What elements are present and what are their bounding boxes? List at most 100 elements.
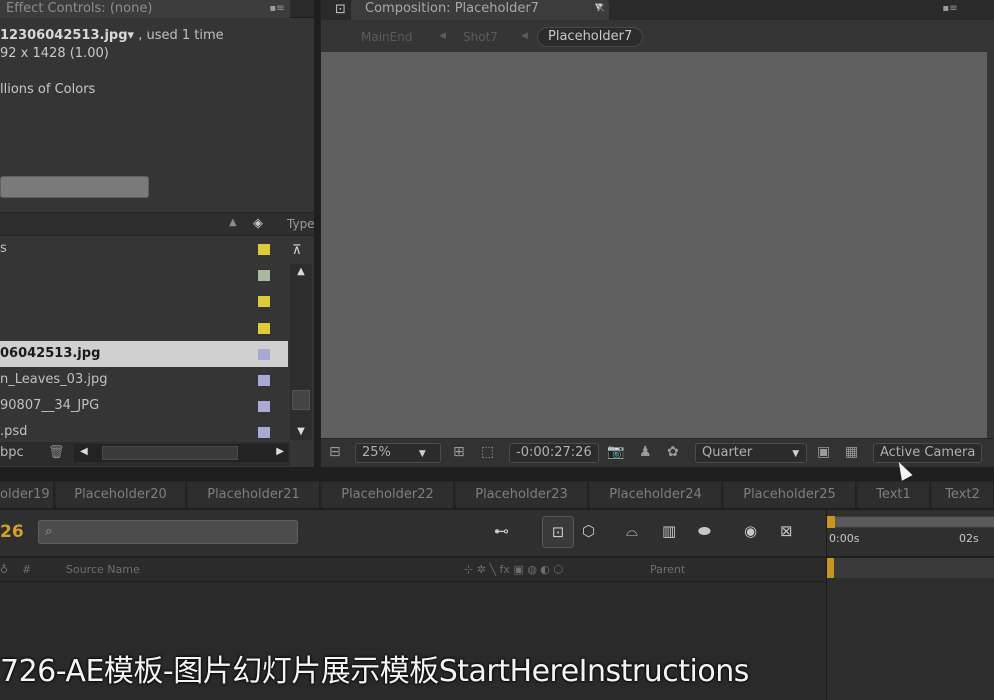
channel-rgb-icon[interactable]: ✿	[667, 443, 679, 463]
footage-used-count: , used 1 time	[138, 28, 224, 43]
effect-controls-tab[interactable]: Effect Controls: (none)	[0, 0, 290, 18]
video-caption: 726-AE模板-图片幻灯片展示模板StartHereInstructions	[0, 654, 749, 689]
magnification-value: 25%	[362, 445, 391, 460]
close-icon[interactable]: ×	[595, 1, 606, 16]
project-item[interactable]: s	[0, 236, 288, 262]
comp-panel-menu-icon[interactable]: ▪≡	[941, 2, 959, 16]
footage-dropdown-icon[interactable]: ▾	[128, 28, 135, 43]
tab-text2[interactable]: Text2	[932, 482, 994, 508]
composition-navigator: MainEnd ◀ Shot7 ◀ Placeholder7	[321, 26, 994, 50]
flowchart-icon[interactable]: ⊼	[292, 243, 302, 258]
label-color-swatch[interactable]	[258, 322, 270, 334]
tab-placeholder23[interactable]: Placeholder23	[456, 482, 588, 508]
shy-layers-icon[interactable]: ⬡	[582, 522, 595, 540]
breadcrumb-arrow-icon: ◀	[521, 31, 528, 41]
project-item-name: 06042513.jpg	[0, 345, 101, 361]
breadcrumb-mainend[interactable]: MainEnd	[361, 30, 412, 44]
breadcrumb-current[interactable]: Placeholder7	[537, 27, 644, 47]
project-vertical-scrollbar[interactable]: ▲ ▼	[290, 264, 312, 440]
footage-info: 12306042513.jpg▾ , used 1 time 92 x 1428…	[0, 26, 312, 208]
project-horizontal-scrollbar[interactable]: ◀ ▶	[74, 444, 288, 462]
motion-blur-icon[interactable]: ▥	[662, 522, 676, 540]
show-snapshot-icon[interactable]: ♟	[639, 443, 652, 463]
footage-name-line: 12306042513.jpg▾ , used 1 time	[0, 28, 224, 43]
timeline-current-time[interactable]: 26	[0, 522, 24, 542]
title-safe-icon[interactable]: ⬚	[481, 443, 494, 463]
timeline-controls: 26 ⌕ ⊷ ⊡ ⬡ ⌓ ▥ ⬬ ◉ ⊠	[0, 510, 826, 556]
time-ruler[interactable]: 0:00s 02s	[826, 510, 994, 556]
draft-3d-icon[interactable]: ⊷	[494, 522, 509, 540]
trash-icon[interactable]: 🗑	[48, 445, 65, 460]
project-item[interactable]: n_Leaves_03.jpg	[0, 367, 288, 393]
frame-blending-icon[interactable]: ⌓	[626, 522, 638, 540]
footage-file-name[interactable]: 12306042513.jpg	[0, 28, 128, 43]
magnification-select[interactable]: 25% ▼	[355, 443, 441, 463]
label-color-swatch[interactable]	[258, 375, 270, 386]
project-item-name: 90807__34_JPG	[0, 398, 100, 414]
chevron-down-icon: ▼	[792, 449, 800, 459]
left-panel: Effect Controls: (none) ▪≡ 12306042513.j…	[0, 0, 315, 467]
ruler-02s-label: 02s	[959, 532, 979, 545]
playhead-handle[interactable]	[827, 516, 835, 528]
footage-colors: llions of Colors	[0, 82, 96, 97]
transparency-grid-icon[interactable]: ▦	[845, 443, 858, 463]
hscroll-thumb[interactable]	[102, 446, 238, 460]
tab-placeholder22[interactable]: Placeholder22	[322, 482, 454, 508]
search-icon: ⌕	[45, 524, 53, 539]
graph-editor-icon[interactable]: ◉	[744, 522, 757, 540]
composition-panel: ⊡ Composition: Placeholder7 ▼ × ▪≡ MainE…	[320, 0, 994, 467]
label-color-swatch[interactable]	[258, 296, 270, 308]
scroll-up-icon[interactable]: ▲	[290, 264, 312, 280]
label-color-swatch[interactable]	[258, 401, 270, 413]
label-color-swatch[interactable]	[258, 348, 270, 360]
tab-placeholder24[interactable]: Placeholder24	[590, 482, 722, 508]
sort-arrow-icon[interactable]: ▲	[229, 217, 237, 228]
current-time-display[interactable]: -0:00:27:26	[509, 443, 599, 463]
label-color-swatch[interactable]	[258, 244, 270, 255]
project-item[interactable]: 90807__34_JPG	[0, 393, 288, 419]
tab-placeholder19[interactable]: older19	[0, 482, 54, 508]
scroll-right-icon[interactable]: ▶	[276, 446, 284, 457]
label-tag-icon[interactable]: ◈	[253, 216, 263, 231]
composition-tab[interactable]: Composition: Placeholder7 ▼	[351, 0, 609, 20]
composition-tab-label: Composition: Placeholder7	[365, 1, 539, 16]
label-color-swatch[interactable]	[258, 427, 270, 439]
region-of-interest-icon[interactable]: ⊞	[453, 443, 465, 463]
resolution-select[interactable]: Quarter ▼	[695, 443, 807, 463]
tab-placeholder25[interactable]: Placeholder25	[724, 482, 856, 508]
fast-previews-icon[interactable]: ▣	[817, 443, 830, 463]
type-column-header[interactable]: Type	[287, 217, 315, 231]
timeline-column-header: ♁ # Source Name ⊹ ✲ ╲ fx ▣ ◍ ◐ ⬡ Parent	[0, 558, 826, 582]
project-item[interactable]	[0, 288, 288, 314]
tab-placeholder20[interactable]: Placeholder20	[56, 482, 186, 508]
project-item-name: .psd	[0, 424, 28, 440]
always-preview-icon[interactable]: ⊟	[329, 443, 341, 463]
scroll-down-icon[interactable]: ▼	[290, 424, 312, 440]
layer-bar[interactable]	[827, 558, 994, 578]
project-item[interactable]	[0, 315, 288, 341]
composition-mini-flowchart-icon[interactable]: ⊡	[542, 516, 574, 548]
project-item[interactable]	[0, 262, 288, 288]
source-name-header[interactable]: Source Name	[66, 563, 140, 576]
timeline-tabbar: older19 Placeholder20 Placeholder21 Plac…	[0, 481, 994, 508]
composition-viewer[interactable]	[321, 52, 987, 438]
scroll-thumb[interactable]	[292, 390, 310, 410]
tab-text1[interactable]: Text1	[858, 482, 930, 508]
label-color-swatch[interactable]	[258, 270, 270, 282]
project-item[interactable]: 06042513.jpg	[0, 340, 288, 367]
bit-depth-button[interactable]: bpc	[0, 445, 24, 460]
timeline-search-input[interactable]: ⌕	[38, 520, 298, 544]
lock-icon[interactable]: ⊡	[335, 2, 346, 17]
playhead-marker[interactable]	[827, 558, 834, 578]
work-area-bar[interactable]	[831, 516, 994, 528]
snapshot-camera-icon[interactable]: 📷	[607, 443, 624, 463]
panel-menu-icon[interactable]: ▪≡	[268, 2, 286, 16]
project-item-list: s 06042513.jpg n_Leaves_03.jpg 90807__34_JP…	[0, 236, 288, 442]
live-update-icon[interactable]: ⊠	[780, 522, 793, 540]
timeline-graph-area[interactable]	[826, 558, 994, 700]
scroll-left-icon[interactable]: ◀	[80, 446, 88, 457]
brainstorm-icon[interactable]: ⬬	[698, 522, 711, 540]
breadcrumb-shot7[interactable]: Shot7	[463, 30, 498, 44]
tab-placeholder21[interactable]: Placeholder21	[188, 482, 320, 508]
camera-view-select[interactable]: Active Camera	[873, 443, 983, 463]
